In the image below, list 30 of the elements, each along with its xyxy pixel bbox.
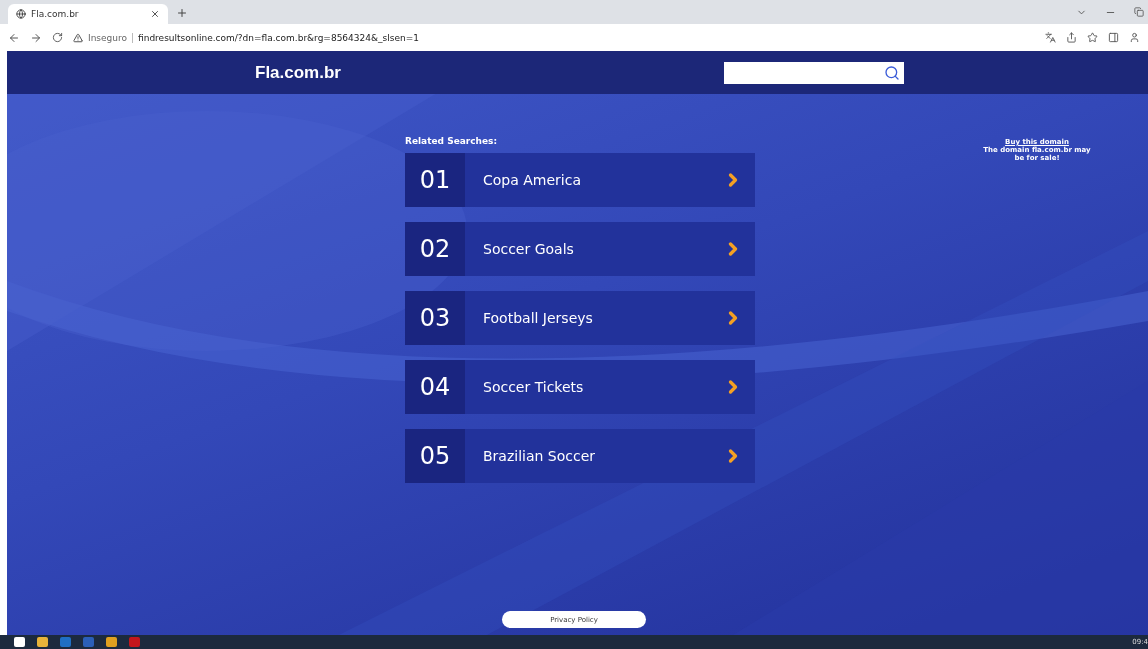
reload-icon[interactable] — [52, 32, 63, 43]
search-field[interactable] — [723, 61, 904, 84]
site-logo[interactable]: Fla.com.br — [255, 62, 341, 83]
url-text[interactable]: findresultsonline.com/?dn=fla.com.br&rg=8564324&_slsen=1 — [138, 32, 419, 43]
security-label: Inseguro — [88, 32, 133, 43]
item-number: 04 — [405, 360, 465, 414]
browser-tab[interactable]: Fla.com.br — [8, 4, 168, 24]
restore-icon[interactable] — [1134, 7, 1144, 17]
item-number: 05 — [405, 429, 465, 483]
search-link[interactable]: 01 Copa America — [405, 153, 755, 207]
item-number: 02 — [405, 222, 465, 276]
new-tab-icon[interactable] — [176, 7, 188, 19]
section-title: Related Searches: — [405, 136, 499, 146]
translate-icon[interactable] — [1045, 32, 1056, 43]
star-icon[interactable] — [1087, 32, 1098, 43]
side-panel-icon[interactable] — [1108, 32, 1119, 43]
forward-icon[interactable] — [30, 31, 42, 44]
back-icon[interactable] — [8, 31, 20, 44]
search-link[interactable]: 04 Soccer Tickets — [405, 360, 755, 414]
profile-icon[interactable] — [1129, 32, 1140, 43]
item-number: 03 — [405, 291, 465, 345]
item-number: 01 — [405, 153, 465, 207]
share-icon[interactable] — [1066, 32, 1077, 43]
search-link[interactable]: 05 Brazilian Soccer — [405, 429, 755, 483]
search-icon[interactable] — [883, 64, 900, 81]
search-link[interactable]: 02 Soccer Goals — [405, 222, 755, 276]
search-link[interactable]: 03 Football Jerseys — [405, 291, 755, 345]
close-icon[interactable] — [150, 9, 160, 19]
globe-icon — [16, 9, 26, 19]
warning-icon — [73, 32, 83, 43]
